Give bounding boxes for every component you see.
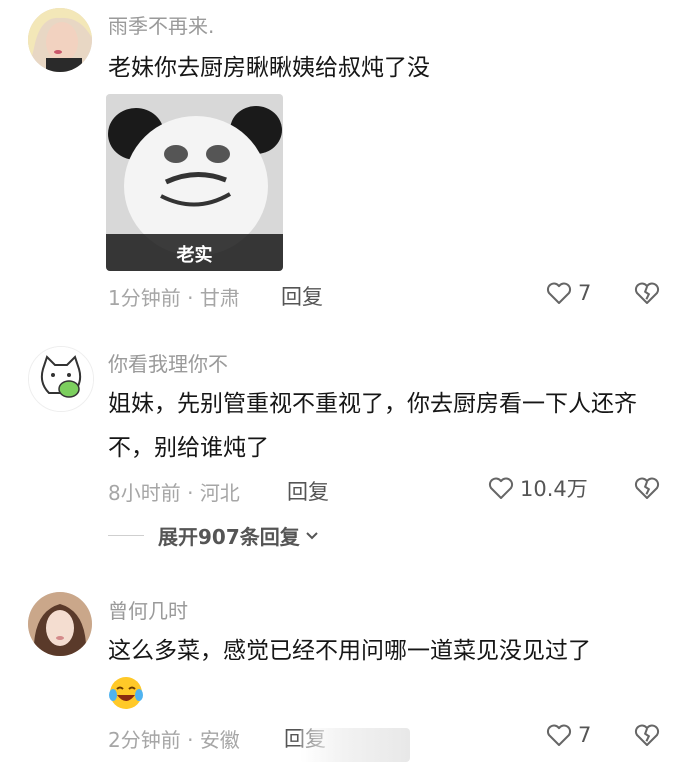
- like-count: 7: [578, 281, 592, 305]
- divider-line: [108, 534, 144, 536]
- comment-meta: 1分钟前 · 甘肃: [108, 282, 240, 311]
- meta-separator: ·: [180, 481, 200, 505]
- comment-location: 安徽: [199, 728, 240, 752]
- avatar[interactable]: [28, 346, 94, 412]
- comment-meta: 2分钟前 · 安徽: [108, 724, 240, 753]
- comment-text: 姐妹，先别管重视不重视了，你去厨房看一下人还齐不，别给谁炖了: [108, 391, 637, 461]
- comment-text: 老妹你去厨房瞅瞅姨给叔炖了没: [108, 55, 430, 81]
- comment-time: 2分钟前: [108, 728, 181, 752]
- like-button[interactable]: 10.4万: [486, 473, 588, 503]
- avatar[interactable]: [28, 8, 92, 72]
- broken-heart-icon[interactable]: [632, 473, 662, 503]
- sticker-image[interactable]: 老实: [106, 94, 283, 271]
- avatar[interactable]: [28, 592, 92, 656]
- comment-location: 河北: [199, 481, 240, 505]
- broken-heart-icon[interactable]: [632, 278, 662, 308]
- comment-time: 1分钟前: [108, 286, 181, 310]
- sticker-caption: 老实: [176, 245, 213, 266]
- chevron-down-icon: [306, 532, 318, 540]
- like-button[interactable]: 7: [544, 278, 591, 308]
- username[interactable]: 你看我理你不: [108, 348, 228, 377]
- reply-button[interactable]: 回复: [281, 281, 323, 311]
- comment-location: 甘肃: [199, 286, 240, 310]
- like-button[interactable]: 7: [544, 720, 591, 750]
- comment-meta: 8小时前 · 河北: [108, 477, 240, 506]
- username[interactable]: 曾何几时: [108, 595, 188, 624]
- reply-button[interactable]: 回复: [287, 476, 329, 506]
- heart-icon: [546, 282, 572, 304]
- broken-heart-icon[interactable]: [632, 720, 662, 750]
- meta-separator: ·: [180, 728, 200, 752]
- expand-replies-button[interactable]: 展开907条回复: [108, 520, 320, 550]
- heart-icon: [488, 477, 514, 499]
- expand-replies-label: 展开907条回复: [158, 524, 300, 549]
- meta-separator: ·: [180, 286, 200, 310]
- watermark-overlay: [300, 728, 410, 762]
- comment-time: 8小时前: [108, 481, 181, 505]
- laughing-crying-emoji-icon: [109, 677, 143, 709]
- comment-text: 这么多菜，感觉已经不用问哪一道菜见没见过了: [108, 638, 591, 664]
- heart-icon: [546, 724, 572, 746]
- username[interactable]: 雨季不再来.: [108, 10, 214, 39]
- like-count: 7: [578, 723, 592, 747]
- like-count: 10.4万: [520, 477, 588, 501]
